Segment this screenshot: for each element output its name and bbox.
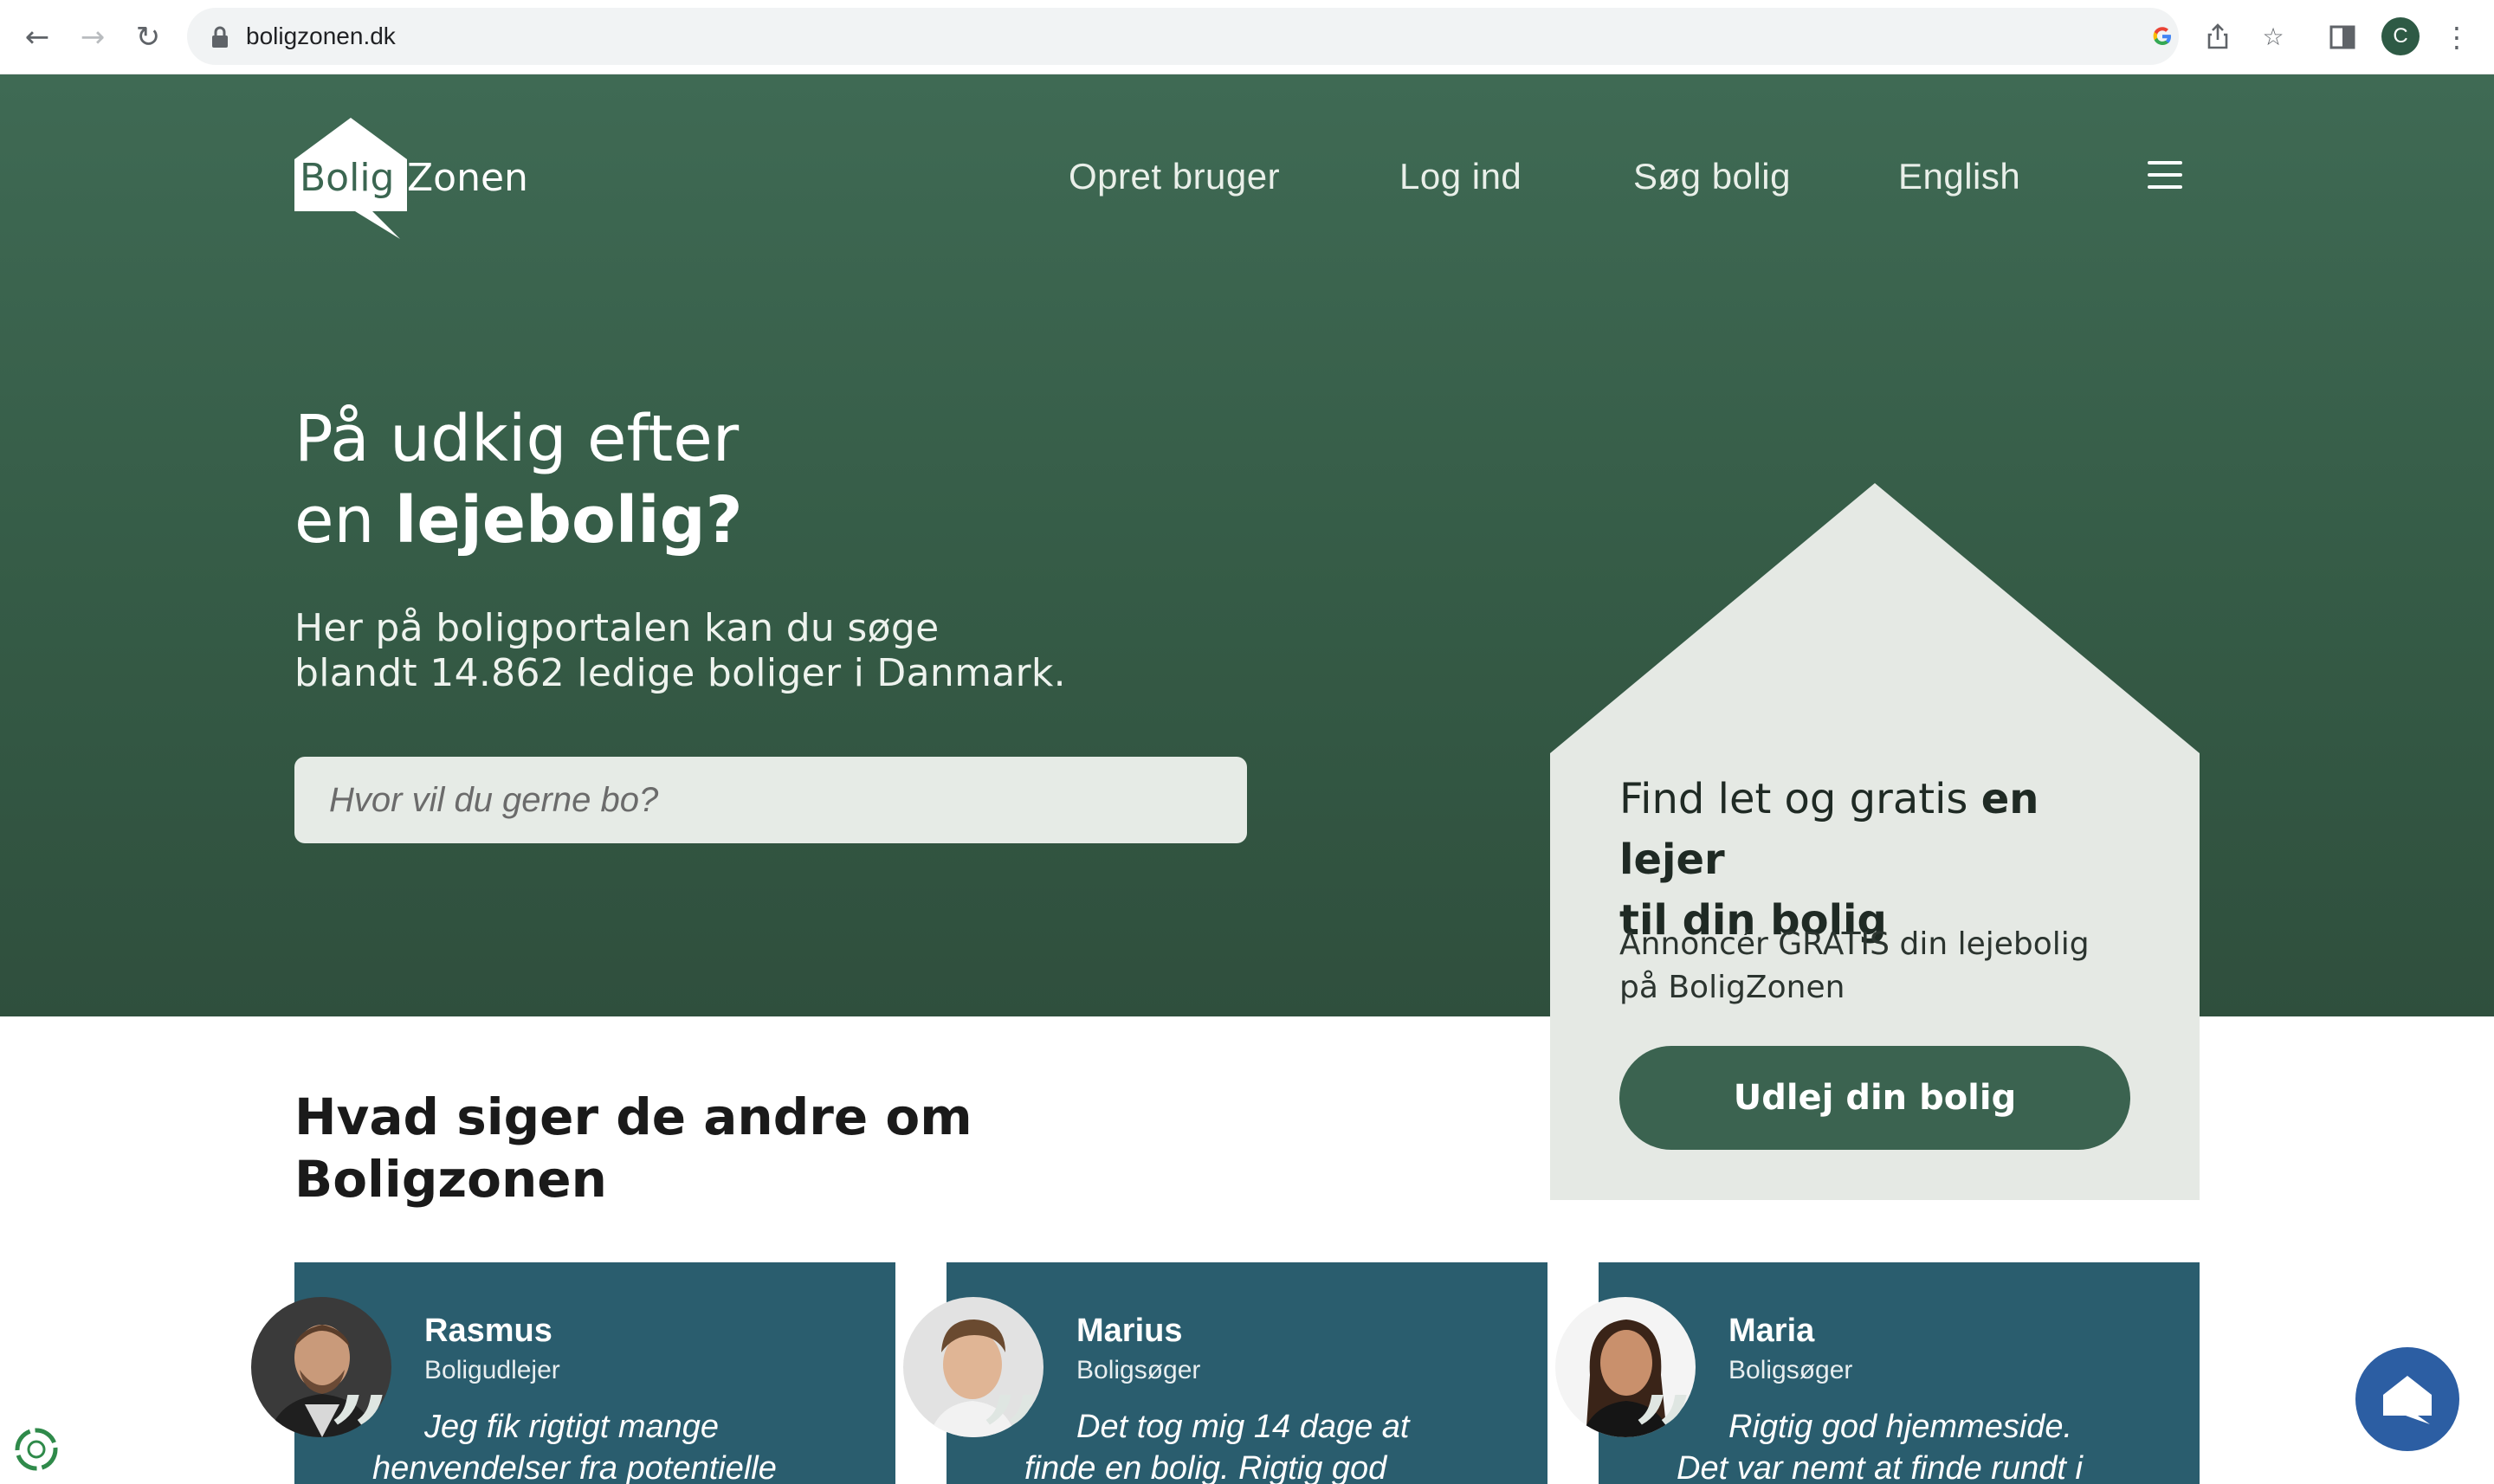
testimonial-name: Maria xyxy=(1728,1313,1815,1349)
testimonial-role: Boligsøger xyxy=(1728,1356,1853,1384)
nav-english[interactable]: English xyxy=(1898,156,2020,197)
nav-soeg-bolig[interactable]: Søg bolig xyxy=(1633,156,1791,197)
browser-toolbar: ← → ↻ boligzonen.dk ☆ C ⋮ xyxy=(0,0,2494,74)
forward-button[interactable]: → xyxy=(71,16,114,59)
reload-button[interactable]: ↻ xyxy=(126,16,170,59)
logo-text-zonen: Zonen xyxy=(407,156,528,200)
hero-subtitle-line2: blandt 14.862 ledige boliger i Danmark. xyxy=(294,651,1066,695)
cookie-settings-icon[interactable] xyxy=(12,1425,61,1474)
logo-text-bolig: Bolig xyxy=(300,156,395,200)
side-panel-icon xyxy=(2329,25,2355,49)
landlord-body-line1: Annoncér GRATIS din lejebolig xyxy=(1619,926,2090,962)
site-logo[interactable]: Bolig Zonen xyxy=(294,118,554,239)
testimonial-quote: Jeg fik rigtigt mange henvendelser fra p… xyxy=(372,1406,892,1484)
landlord-title-normal: Find let og gratis xyxy=(1619,775,1981,823)
profile-avatar[interactable]: C xyxy=(2381,17,2420,55)
testimonial-quote-line1: Rigtig god hjemmeside. xyxy=(1728,1409,2073,1445)
url-text: boligzonen.dk xyxy=(246,23,396,49)
lock-icon xyxy=(212,26,228,48)
testimonial-name: Marius xyxy=(1076,1313,1183,1349)
testimonials-heading-line2: Boligzonen xyxy=(294,1150,607,1209)
nav-log-ind[interactable]: Log ind xyxy=(1399,156,1522,197)
hero-title-line2-bold: lejebolig? xyxy=(394,483,743,558)
reload-icon: ↻ xyxy=(135,20,161,55)
landlord-body-line2: på BoligZonen xyxy=(1619,970,1845,1005)
testimonial-role: Boligsøger xyxy=(1076,1356,1201,1384)
hero-title-line1: På udkig efter xyxy=(294,402,740,476)
google-icon[interactable] xyxy=(2146,20,2179,53)
side-panel-button[interactable] xyxy=(2321,16,2364,59)
testimonial-quote: Rigtig god hjemmeside. Det var nemt at f… xyxy=(1677,1406,2196,1484)
testimonial-role: Boligudlejer xyxy=(424,1356,560,1384)
hero-subtitle: Her på boligportalen kan du søge blandt … xyxy=(294,606,1066,696)
back-button[interactable]: ← xyxy=(16,16,59,59)
testimonial-quote-line1: Det tog mig 14 dage at xyxy=(1076,1409,1410,1445)
chat-house-icon xyxy=(2383,1376,2432,1424)
testimonials-heading-line1: Hvad siger de andre om xyxy=(294,1087,972,1146)
back-icon: ← xyxy=(24,20,50,55)
hero-subtitle-line1: Her på boligportalen kan du søge xyxy=(294,606,940,650)
hero-title: På udkig efter en lejebolig? xyxy=(294,398,743,561)
testimonial-quote-line1: Jeg fik rigtigt mange xyxy=(424,1409,720,1445)
more-icon: ⋮ xyxy=(2443,21,2471,54)
browser-menu-button[interactable]: ⋮ xyxy=(2435,16,2478,59)
udlej-din-bolig-button[interactable]: Udlej din bolig xyxy=(1619,1046,2130,1150)
testimonial-quote-line2: Det var nemt at finde rundt i xyxy=(1677,1450,2083,1484)
hero-title-line2-prefix: en xyxy=(294,483,395,558)
forward-icon: → xyxy=(80,20,106,55)
testimonial-quote: Det tog mig 14 dage at finde en bolig. R… xyxy=(1024,1406,1544,1484)
share-icon[interactable] xyxy=(2201,20,2234,53)
testimonials-heading: Hvad siger de andre om Boligzonen xyxy=(294,1086,972,1210)
testimonial-quote-line2: finde en bolig. Rigtig god xyxy=(1024,1450,1387,1484)
search-placeholder: Hvor vil du gerne bo? xyxy=(329,780,659,819)
chat-button[interactable] xyxy=(2355,1347,2459,1451)
nav-opret-bruger[interactable]: Opret bruger xyxy=(1069,156,1280,197)
hamburger-icon[interactable] xyxy=(2148,161,2182,189)
landlord-card-body: Annoncér GRATIS din lejebolig på BoligZo… xyxy=(1619,923,2139,1010)
search-input[interactable]: Hvor vil du gerne bo? xyxy=(294,757,1247,843)
testimonial-name: Rasmus xyxy=(424,1313,552,1349)
testimonial-quote-line2: henvendelser fra potentielle xyxy=(372,1450,777,1484)
landlord-card: Find let og gratis en lejer til din boli… xyxy=(1550,483,2200,1200)
address-bar[interactable]: boligzonen.dk ☆ xyxy=(187,8,2284,65)
star-icon[interactable]: ☆ xyxy=(2257,20,2290,53)
